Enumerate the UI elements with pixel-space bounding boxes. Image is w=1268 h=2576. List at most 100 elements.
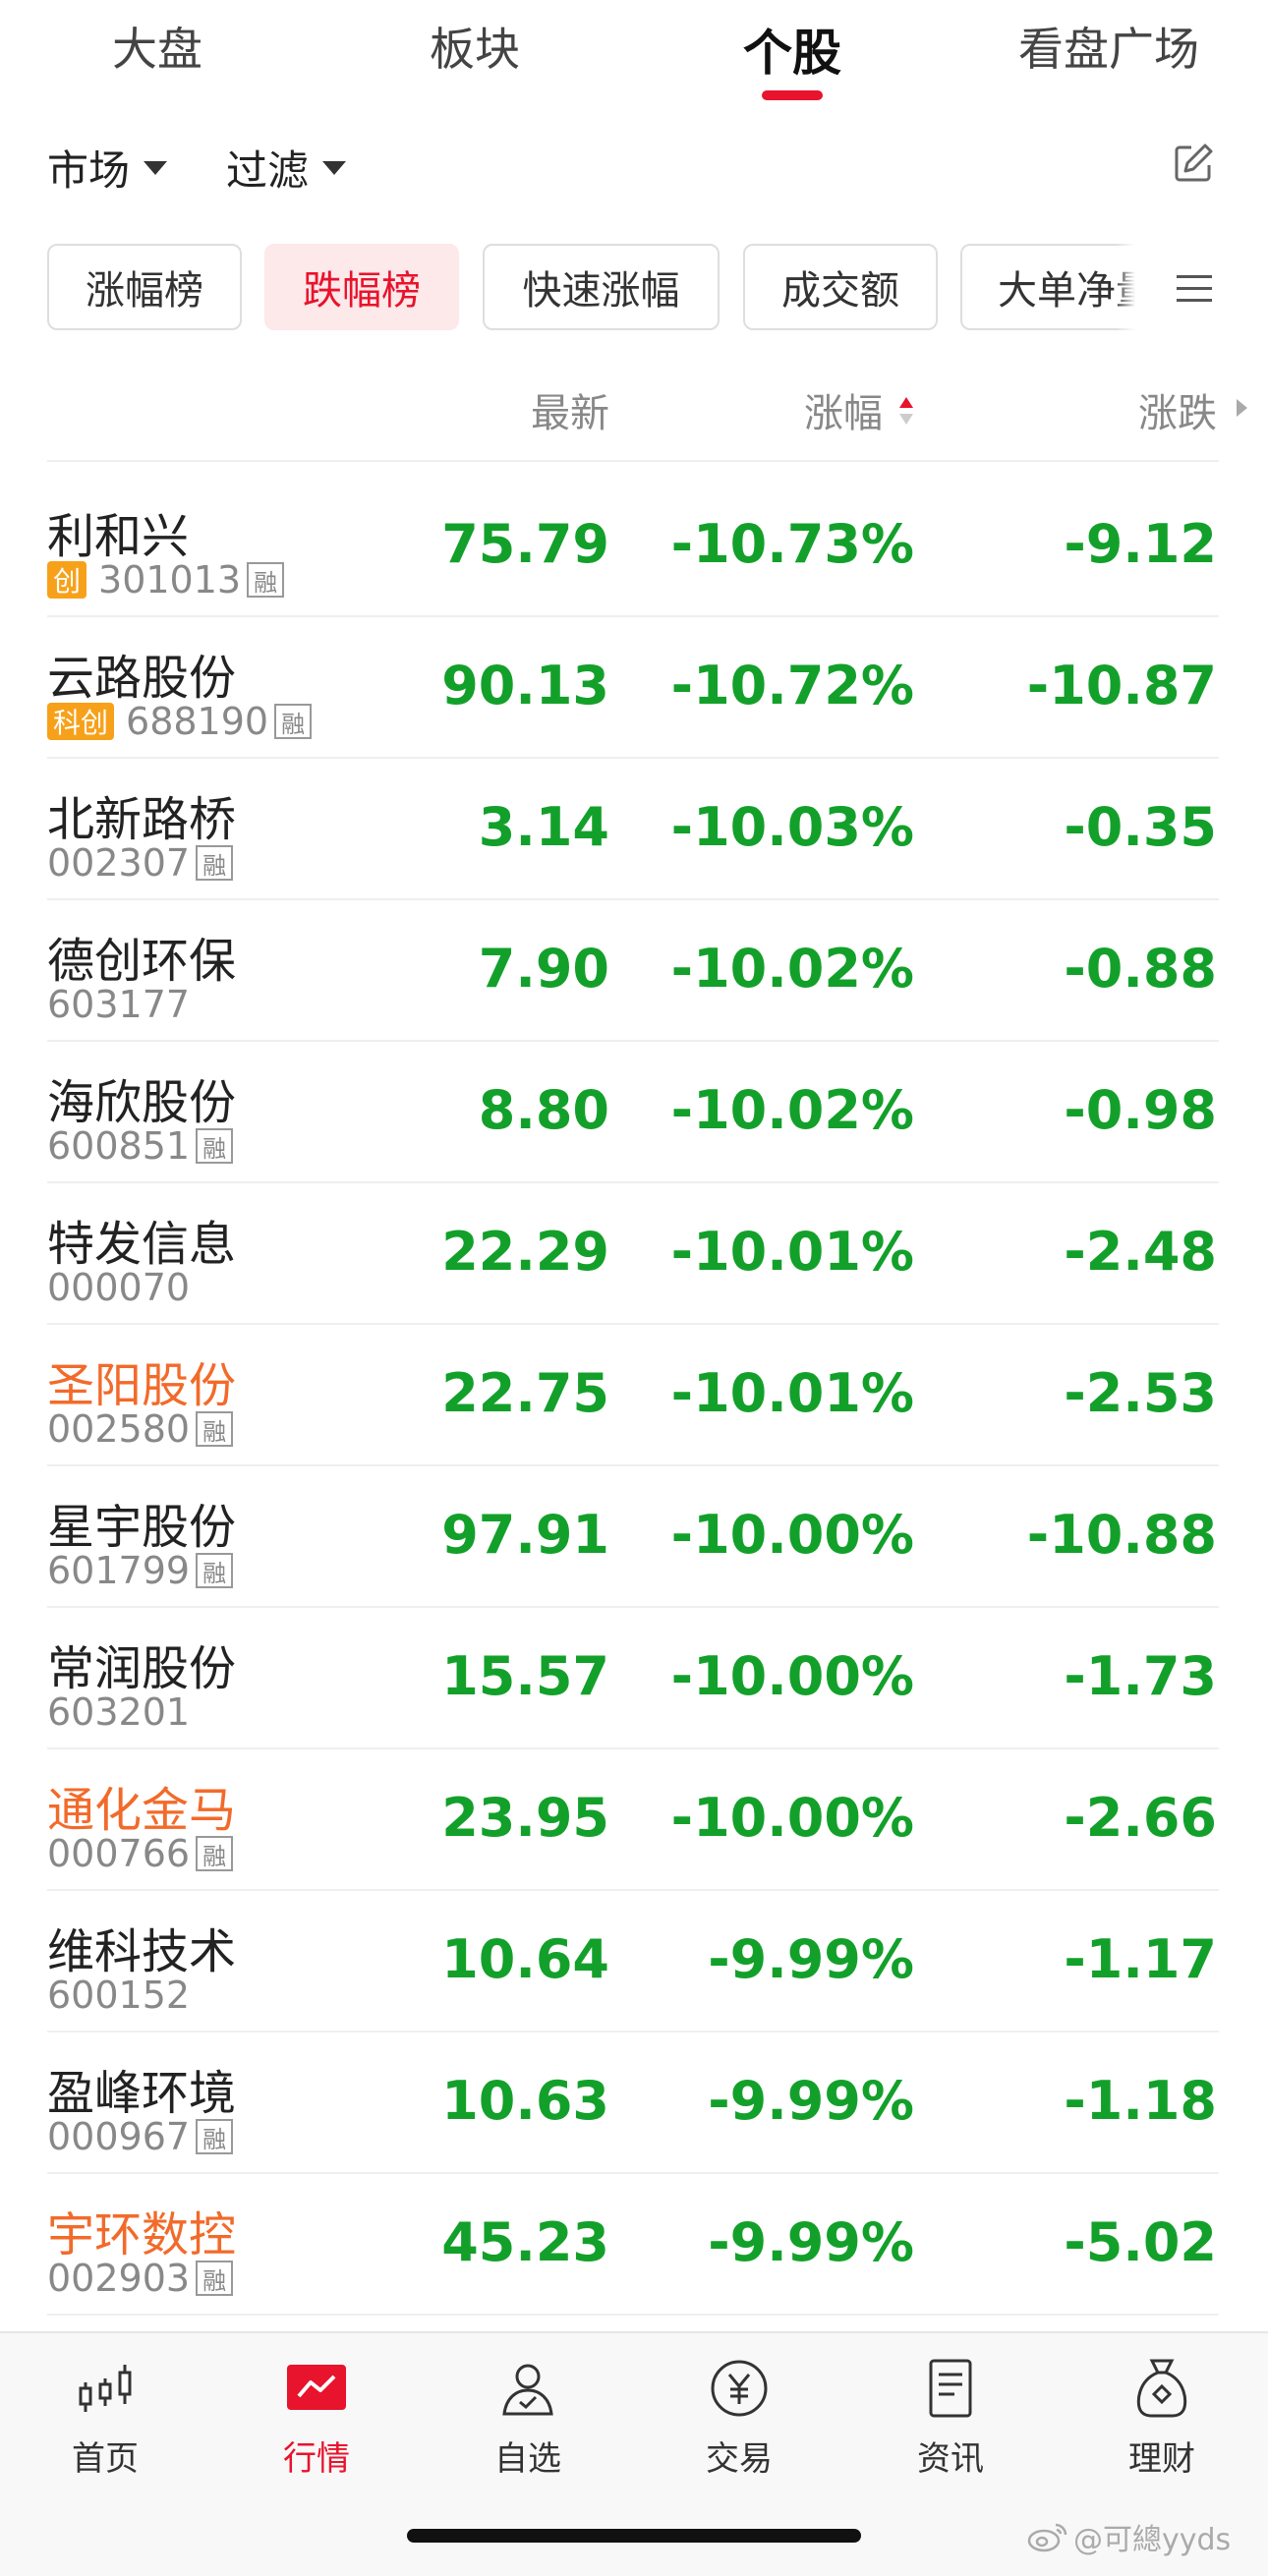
chip-fast-rise[interactable]: 快速涨幅 bbox=[483, 244, 720, 330]
margin-badge: 融 bbox=[196, 1411, 234, 1447]
stock-price: 7.90 bbox=[478, 938, 609, 1000]
filter-dropdown[interactable]: 过滤 bbox=[226, 138, 347, 198]
stock-name: 维科技术 bbox=[47, 1924, 237, 1979]
stock-row[interactable]: 常润股份 603201 15.57 -10.00% -1.73 bbox=[0, 1608, 1268, 1749]
stock-code: 600851 bbox=[47, 1124, 191, 1168]
caret-down-icon bbox=[144, 160, 168, 175]
scroll-right-icon[interactable] bbox=[1237, 399, 1247, 417]
stock-meta: 601799 融 bbox=[47, 1549, 234, 1592]
stock-code: 603201 bbox=[47, 1690, 191, 1734]
stock-name: 盈峰环境 bbox=[47, 2066, 237, 2121]
bottom-tab-trade[interactable]: 交易 bbox=[670, 2357, 808, 2479]
top-nav: 大盘 板块 个股 看盘广场 bbox=[0, 0, 1268, 108]
chip-gainers[interactable]: 涨幅榜 bbox=[47, 244, 242, 330]
bottom-tab-wealth-label: 理财 bbox=[1128, 2439, 1195, 2479]
stock-change: -2.66 bbox=[1064, 1787, 1217, 1849]
stock-row[interactable]: 星宇股份 601799 融 97.91 -10.00% -10.88 bbox=[0, 1466, 1268, 1608]
stock-code: 601799 bbox=[47, 1549, 191, 1592]
stock-row[interactable]: 海欣股份 600851 融 8.80 -10.02% -0.98 bbox=[0, 1042, 1268, 1183]
chip-losers[interactable]: 跌幅榜 bbox=[264, 244, 459, 330]
board-badge: 创 bbox=[47, 561, 87, 599]
stock-row[interactable]: 盈峰环境 000967 融 10.63 -9.99% -1.18 bbox=[0, 2032, 1268, 2174]
header-divider bbox=[47, 460, 1219, 462]
stock-meta: 000070 bbox=[47, 1266, 191, 1309]
col-pct[interactable]: 涨幅 bbox=[804, 381, 883, 438]
stock-code: 002580 bbox=[47, 1407, 191, 1451]
bottom-tab-home[interactable]: 首页 bbox=[36, 2357, 174, 2479]
stock-code: 002903 bbox=[47, 2257, 191, 2300]
stock-row[interactable]: 圣阳股份 002580 融 22.75 -10.01% -2.53 bbox=[0, 1325, 1268, 1466]
user-check-icon bbox=[502, 2364, 553, 2416]
stock-row[interactable]: 利和兴创 301013 融 75.79 -10.73% -9.12 bbox=[0, 476, 1268, 617]
stock-pct-change: -10.73% bbox=[670, 513, 914, 575]
stock-meta: 600851 融 bbox=[47, 1124, 234, 1168]
stock-code: 603177 bbox=[47, 983, 191, 1026]
margin-badge: 融 bbox=[196, 2119, 234, 2154]
chip-turnover[interactable]: 成交额 bbox=[743, 244, 938, 330]
tab-market-overview[interactable]: 大盘 bbox=[112, 14, 202, 79]
margin-badge: 融 bbox=[196, 2261, 234, 2296]
stock-meta: 科创 688190 融 bbox=[47, 700, 313, 743]
stock-change: -2.48 bbox=[1064, 1221, 1217, 1283]
stock-row[interactable]: 宇环数控 002903 融 45.23 -9.99% -5.02 bbox=[0, 2174, 1268, 2316]
col-latest[interactable]: 最新 bbox=[531, 381, 609, 438]
home-indicator[interactable] bbox=[407, 2529, 861, 2543]
stock-code: 000967 bbox=[47, 2115, 191, 2158]
stock-meta: 000766 融 bbox=[47, 1832, 234, 1875]
stock-row[interactable]: 特发信息 000070 22.29 -10.01% -2.48 bbox=[0, 1183, 1268, 1325]
stock-row[interactable]: 德创环保 603177 7.90 -10.02% -0.88 bbox=[0, 900, 1268, 1042]
stock-price: 45.23 bbox=[441, 2211, 609, 2273]
stock-row[interactable]: 北新路桥 002307 融 3.14 -10.03% -0.35 bbox=[0, 759, 1268, 900]
tab-stocks[interactable]: 个股 bbox=[743, 14, 841, 85]
candlestick-icon bbox=[79, 2365, 132, 2412]
sort-desc-icon[interactable] bbox=[896, 391, 916, 430]
stock-name: 常润股份 bbox=[47, 1641, 237, 1696]
stock-price: 22.75 bbox=[441, 1362, 609, 1424]
bottom-tab-trade-label: 交易 bbox=[706, 2439, 773, 2479]
caret-down-icon bbox=[322, 160, 347, 175]
stock-price: 90.13 bbox=[441, 655, 609, 716]
margin-badge: 融 bbox=[196, 1836, 234, 1871]
stock-code: 002307 bbox=[47, 841, 191, 885]
stock-change: -10.87 bbox=[1026, 655, 1217, 716]
column-header: 最新 涨幅 涨跌 bbox=[0, 373, 1268, 442]
stock-change: -0.35 bbox=[1064, 796, 1217, 858]
stock-price: 97.91 bbox=[441, 1504, 609, 1566]
margin-badge: 融 bbox=[247, 562, 285, 598]
market-dropdown-label: 市场 bbox=[47, 146, 131, 195]
bottom-tab-watchlist[interactable]: 自选 bbox=[459, 2357, 597, 2479]
stock-row[interactable]: 通化金马 000766 融 23.95 -10.00% -2.66 bbox=[0, 1749, 1268, 1891]
stock-pct-change: -9.99% bbox=[708, 2070, 914, 2132]
edit-icon[interactable] bbox=[1172, 142, 1215, 185]
menu-icon[interactable] bbox=[1135, 244, 1268, 330]
watermark: @可總yyds bbox=[1026, 2512, 1262, 2561]
bottom-tab-quotes[interactable]: 行情 bbox=[248, 2357, 385, 2479]
stock-name: 星宇股份 bbox=[47, 1500, 237, 1555]
stock-pct-change: -10.00% bbox=[670, 1787, 914, 1849]
stock-meta: 603201 bbox=[47, 1690, 191, 1734]
market-dropdown[interactable]: 市场 bbox=[47, 138, 168, 198]
bottom-tab-wealth[interactable]: 理财 bbox=[1093, 2357, 1231, 2479]
col-change[interactable]: 涨跌 bbox=[1138, 381, 1217, 438]
stock-code: 600152 bbox=[47, 1974, 191, 2017]
stock-code: 000766 bbox=[47, 1832, 191, 1875]
stock-pct-change: -10.03% bbox=[670, 796, 914, 858]
stock-pct-change: -10.02% bbox=[670, 938, 914, 1000]
bottom-tab-quotes-label: 行情 bbox=[283, 2439, 350, 2479]
document-icon bbox=[929, 2359, 972, 2418]
stock-change: -1.17 bbox=[1064, 1928, 1217, 1990]
bottom-tab-home-label: 首页 bbox=[72, 2439, 139, 2479]
stock-meta: 603177 bbox=[47, 983, 191, 1026]
stock-change: -0.98 bbox=[1064, 1079, 1217, 1141]
tab-watch-plaza[interactable]: 看盘广场 bbox=[1018, 14, 1199, 79]
stock-row[interactable]: 云路股份 科创 688190 融 90.13 -10.72% -10.87 bbox=[0, 617, 1268, 759]
bottom-tab-watchlist-label: 自选 bbox=[494, 2439, 561, 2479]
stock-change: -1.73 bbox=[1064, 1645, 1217, 1707]
filter-bar: 市场 过滤 bbox=[0, 128, 1268, 197]
stock-code: 000070 bbox=[47, 1266, 191, 1309]
tab-sectors[interactable]: 板块 bbox=[430, 14, 520, 79]
active-tab-indicator bbox=[762, 90, 823, 100]
stock-row[interactable]: 维科技术 600152 10.64 -9.99% -1.17 bbox=[0, 1891, 1268, 2032]
money-bag-icon bbox=[1136, 2359, 1187, 2418]
bottom-tab-news[interactable]: 资讯 bbox=[882, 2357, 1019, 2479]
